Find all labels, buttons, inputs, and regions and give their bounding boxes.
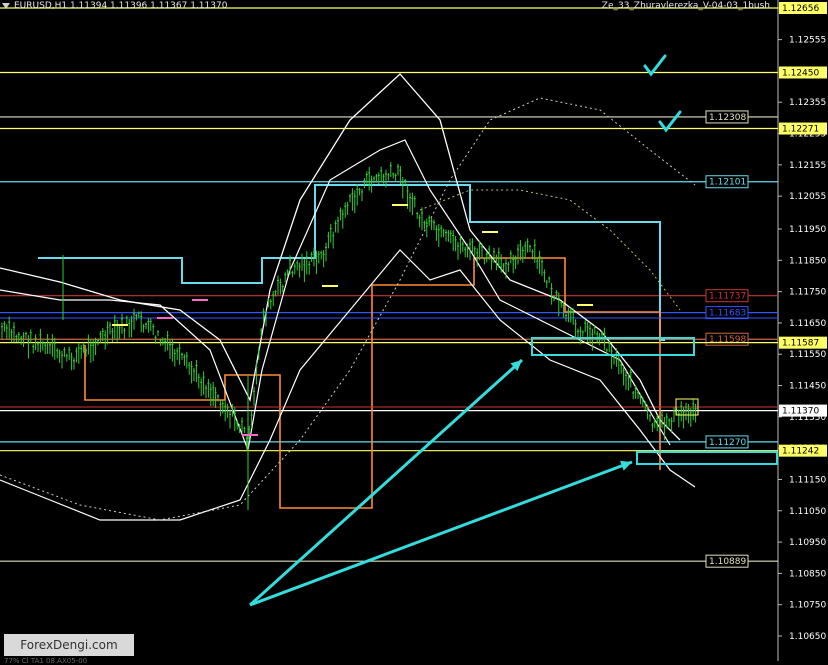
axis-tick-label: 1.11650	[789, 319, 826, 329]
axis-tick-label: 1.11150	[789, 475, 826, 485]
axis-tick-label: 1.10650	[789, 632, 826, 642]
axis-tick-label: 1.11750	[789, 288, 826, 298]
chart-title: EURUSD,H1 1.11394 1.11396 1.11367 1.1137…	[14, 1, 228, 11]
indicator-name: Ze_33_Zhuravlerezka_V-04-03_1bush	[601, 1, 770, 11]
level-tag-label: 1.12308	[709, 113, 746, 123]
dropdown-triangle-icon[interactable]	[2, 3, 10, 9]
axis-tick-label: 1.10850	[789, 569, 826, 579]
level-tag-label: 1.11598	[709, 335, 746, 345]
level-tag-label: 1.10889	[709, 557, 746, 567]
axis-tick-label: 1.12055	[789, 192, 826, 202]
dotted-ma-line	[0, 97, 696, 521]
annotation-arrow-upper	[248, 358, 524, 607]
axis-tick-label: 1.10750	[789, 601, 826, 611]
axis-price-tag-label: 1.11587	[782, 339, 819, 349]
axis-tick-label: 1.11850	[789, 256, 826, 266]
envelope-mid	[0, 139, 671, 453]
price-chart[interactable]: 1.126561.125551.123551.122551.121551.120…	[0, 0, 828, 661]
check-mark-icon	[643, 54, 667, 77]
axis-tick-label: 1.11950	[789, 225, 826, 235]
envelope-lower	[0, 249, 696, 521]
check-mark-icon	[658, 110, 682, 133]
level-tag-label: 1.11270	[709, 438, 746, 448]
footer-status-text: 77% Cl TA1 08.AX05-00	[4, 657, 88, 665]
watermark-logo: ForexDengi.com	[4, 634, 134, 656]
chart-window[interactable]: 1.126561.125551.123551.122551.121551.120…	[0, 0, 828, 665]
axis-price-tag-label: 1.12271	[782, 125, 819, 135]
annotation-arrow-lower	[249, 460, 633, 607]
level-tag-label: 1.11737	[709, 292, 746, 302]
axis-price-tag-label: 1.11370	[782, 407, 819, 417]
axis-price-tag-label: 1.12656	[782, 4, 819, 14]
axis-tick-label: 1.11550	[789, 350, 826, 360]
dotted-ma-line-2	[419, 189, 681, 311]
axis-price-tag-label: 1.12450	[782, 68, 819, 78]
axis-tick-label: 1.10950	[789, 538, 826, 548]
axis-tick-label: 1.11450	[789, 382, 826, 392]
axis-tick-label: 1.11050	[789, 507, 826, 517]
level-tag-label: 1.12101	[709, 178, 746, 188]
axis-tick-label: 1.12555	[789, 36, 826, 46]
level-tag-label: 1.11683	[709, 309, 746, 319]
axis-price-tag-label: 1.11242	[782, 447, 819, 457]
axis-tick-label: 1.12155	[789, 161, 826, 171]
axis-tick-label: 1.12355	[789, 98, 826, 108]
